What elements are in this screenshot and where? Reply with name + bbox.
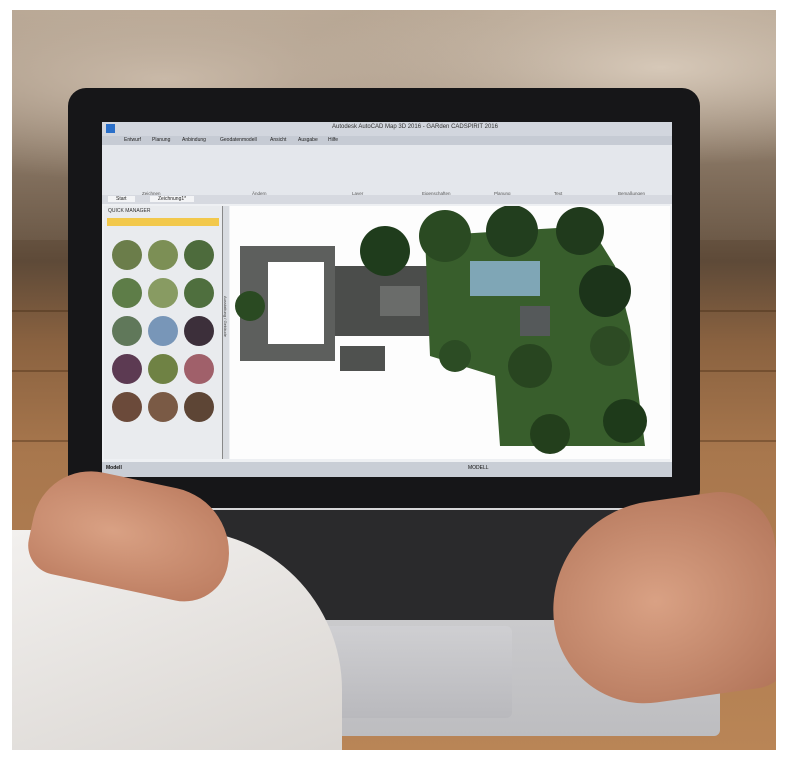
tree (579, 265, 631, 317)
document-tab-bar: Start Zeichnung1* (102, 195, 672, 204)
photo-scene: Autodesk AutoCAD Map 3D 2016 - GARden CA… (12, 10, 776, 750)
plant-thumbnail[interactable] (148, 392, 178, 422)
laptop-screen: Autodesk AutoCAD Map 3D 2016 - GARden CA… (102, 122, 672, 477)
tab-entwurf[interactable]: Entwurf (124, 137, 141, 143)
tab-geodatenmodell[interactable]: Geodatenmodell (220, 137, 257, 143)
quick-manager-panel: QUICK MANAGER (104, 206, 223, 459)
plant-thumbnail[interactable] (112, 354, 142, 384)
tree (235, 291, 265, 321)
ribbon-panel: Zeichnen Ändern Layer Eigenschaften Plan… (102, 145, 672, 196)
tree (486, 205, 538, 257)
plant-thumbnail[interactable] (184, 392, 214, 422)
plant-thumbnail[interactable] (112, 392, 142, 422)
tree (590, 326, 630, 366)
doc-tab-drawing[interactable]: Zeichnung1* (150, 196, 195, 202)
tree (603, 399, 647, 443)
plant-thumbnail[interactable] (148, 354, 178, 384)
drawing-canvas[interactable] (230, 205, 670, 459)
plant-thumbnail[interactable] (112, 240, 142, 270)
doc-tab-start[interactable]: Start (108, 196, 135, 202)
tab-ansicht[interactable]: Ansicht (270, 137, 286, 143)
terrace-tiles (380, 286, 420, 316)
status-bar: Modell MODELL (102, 462, 672, 477)
vertical-tab-label: Ausstattung / Gebäude (223, 296, 228, 337)
tab-anbindung[interactable]: Anbindung (182, 137, 206, 143)
seating-area (520, 306, 550, 336)
plant-thumbnail[interactable] (112, 316, 142, 346)
tree (419, 210, 471, 262)
tree (508, 344, 552, 388)
ribbon-tab-bar: Entwurf Planung Anbindung Geodatenmodell… (102, 136, 672, 145)
tab-planung[interactable]: Planung (152, 137, 170, 143)
plant-thumbnail[interactable] (184, 278, 214, 308)
panel-vertical-tab[interactable]: Ausstattung / Gebäude (223, 206, 229, 459)
panel-title: QUICK MANAGER (108, 208, 151, 214)
tab-hilfe[interactable]: Hilfe (328, 137, 338, 143)
pool (470, 261, 540, 296)
status-model-indicator[interactable]: MODELL (468, 465, 489, 471)
app-title-bar: Autodesk AutoCAD Map 3D 2016 - GARden CA… (102, 122, 672, 136)
tree (556, 207, 604, 255)
garden-plan (235, 205, 647, 454)
plant-thumbnail[interactable] (148, 278, 178, 308)
path-slab (340, 346, 385, 371)
plant-thumbnail[interactable] (184, 316, 214, 346)
panel-toolbar[interactable] (107, 218, 219, 226)
status-model-tab[interactable]: Modell (106, 465, 122, 471)
tree (439, 340, 471, 372)
plant-thumbnail[interactable] (184, 354, 214, 384)
courtyard (268, 262, 324, 344)
tab-ausgabe[interactable]: Ausgabe (298, 137, 318, 143)
plant-thumbnail[interactable] (148, 240, 178, 270)
tree (360, 226, 410, 276)
app-logo-icon[interactable] (106, 124, 115, 133)
window-title: Autodesk AutoCAD Map 3D 2016 - GARden CA… (332, 124, 498, 130)
tree (530, 414, 570, 454)
plant-thumbnail[interactable] (148, 316, 178, 346)
plant-thumbnail[interactable] (112, 278, 142, 308)
plant-thumbnail[interactable] (184, 240, 214, 270)
